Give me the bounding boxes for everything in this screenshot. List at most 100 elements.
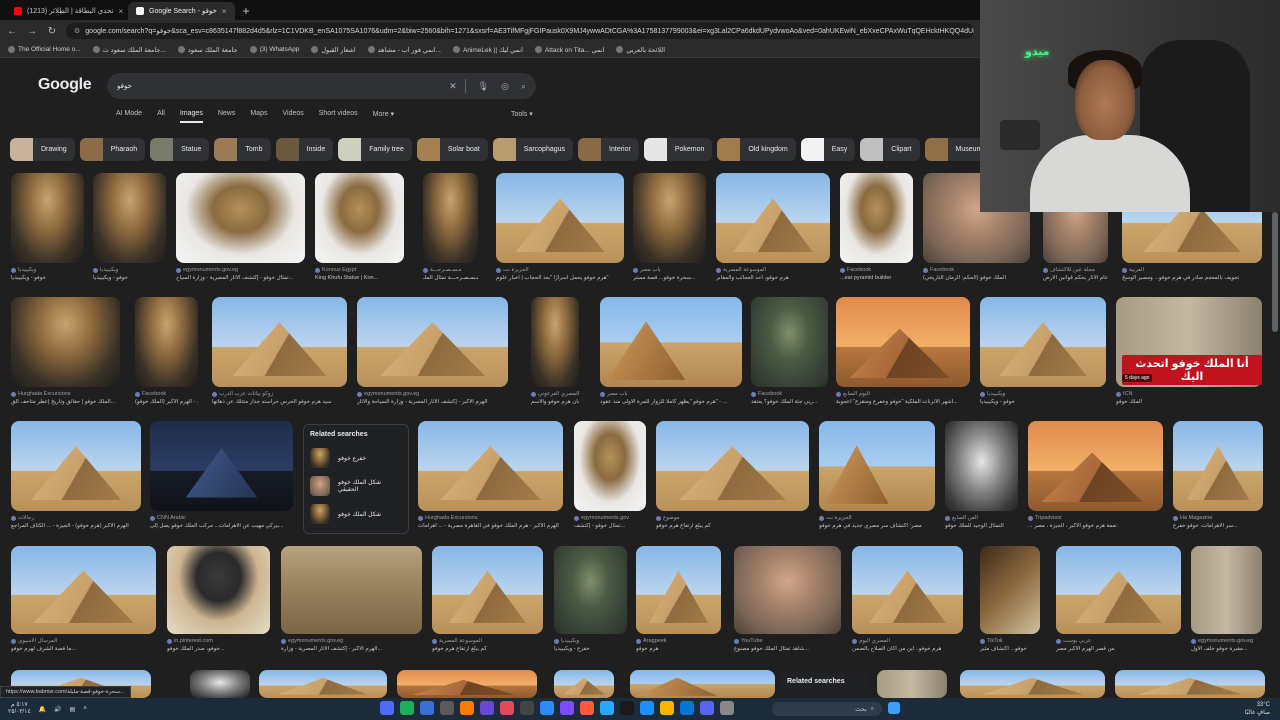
result-thumbnail[interactable]	[945, 421, 1018, 511]
result-source[interactable]: Hurghada Excursions	[418, 515, 563, 521]
result-thumbnail[interactable]	[397, 670, 537, 698]
result-source[interactable]: Facebook	[135, 391, 198, 397]
volume-icon[interactable]: 🔊	[54, 706, 61, 713]
result-caption[interactable]: تجويف بالمعجم صادر في هرم خوفو... ومصير …	[1122, 275, 1262, 281]
result-caption[interactable]: الهرم الأكبر - إكتشف الآثار المصرية - وز…	[281, 646, 422, 652]
result-thumbnail[interactable]	[11, 297, 120, 387]
taskbar-search[interactable]: بحث ⌕	[772, 702, 882, 716]
result-thumbnail[interactable]	[11, 546, 156, 634]
result-caption[interactable]: هرم خوفو.. أين من أكان الصلاح بالصمن	[852, 646, 963, 652]
result-caption[interactable]: سحرة خوفو... قصة مستر...	[633, 275, 706, 281]
result-caption[interactable]: ربي جثة الملك خوفو؟ يعتقد...	[751, 399, 828, 405]
result-thumbnail[interactable]	[423, 173, 478, 263]
result-thumbnail[interactable]	[980, 546, 1040, 634]
result-source[interactable]: الموسوعة المصرية	[716, 267, 830, 273]
result-caption[interactable]: أشهر الآثرنات الملكية "خوفو وخفرع ومنقرع…	[836, 399, 970, 405]
notification-icon[interactable]: 🔔	[39, 706, 46, 713]
result-thumbnail[interactable]	[574, 421, 646, 511]
result-thumbnail[interactable]	[734, 546, 841, 634]
taskbar-app-icon[interactable]	[440, 701, 454, 715]
result-caption[interactable]: الهرم الأكبر - هرم الملك خوفو في القاهرة…	[418, 523, 563, 529]
result-caption[interactable]: التمثال الوحيد للملك خوفو	[945, 523, 1018, 529]
result-caption[interactable]: هرم خوفو يحمل أسرارًا "بعد الحجاب | أخبا…	[496, 275, 624, 281]
weather-widget[interactable]: 33°C صافٍ غالبًا	[1245, 701, 1270, 717]
result-source[interactable]: الفن السابع	[945, 515, 1018, 521]
result-thumbnail[interactable]	[960, 670, 1105, 698]
result-source[interactable]: Facebook	[840, 267, 913, 273]
result-thumbnail[interactable]	[840, 173, 913, 263]
result-source[interactable]: TikTok	[980, 638, 1040, 644]
result-caption[interactable]: هرم خوفو	[636, 646, 721, 652]
result-caption[interactable]: ما قصة الشرف لهرم خوفو...	[11, 646, 156, 652]
result-thumbnail[interactable]	[630, 670, 775, 698]
result-thumbnail[interactable]	[190, 670, 250, 698]
result-source[interactable]: in.pinterest.com	[167, 638, 270, 644]
result-thumbnail[interactable]	[496, 173, 624, 263]
taskbar-app-icon[interactable]	[600, 701, 614, 715]
taskbar-app-icon[interactable]	[720, 701, 734, 715]
result-source[interactable]: الجزيرة نت	[819, 515, 935, 521]
result-source[interactable]: egymonuments.gov.eg	[281, 638, 422, 644]
result-source[interactable]: الموسوعة المصرية	[432, 638, 543, 644]
tray-time[interactable]: ٥:١٧ م ٢٥/٠٣/١٤	[8, 702, 31, 716]
related-search-item[interactable]: شكل الملك خوفو	[310, 502, 402, 526]
chevron-up-icon[interactable]: ˄	[83, 706, 87, 712]
result-caption[interactable]: سيد هرم خوفو الحرس حراسته جدار متتلك عن …	[212, 399, 347, 405]
result-caption[interactable]: الهرم الأكبر (هرم خوفو) - الجيزة - ... ا…	[11, 523, 141, 529]
result-thumbnail[interactable]	[135, 297, 198, 387]
result-source[interactable]: رحالات	[11, 515, 141, 521]
related-search-item[interactable]: شكل الملك خوفو الحقيقي	[310, 474, 402, 498]
result-source[interactable]: مـسـصـرحـــة	[423, 267, 478, 273]
result-caption[interactable]: مصر: اكتشاف سر مصري جديد في هرم خوفو	[819, 523, 935, 529]
result-thumbnail[interactable]	[852, 546, 963, 634]
network-icon[interactable]: ▤	[70, 706, 76, 713]
result-thumbnail[interactable]	[150, 421, 293, 511]
result-caption[interactable]: الملك خوفو	[1116, 399, 1262, 405]
taskbar-app-icon[interactable]	[420, 701, 434, 715]
result-caption[interactable]: دعام الآثار بحكم قوانين الارض	[1043, 275, 1108, 281]
result-caption[interactable]: الهرم الأكبر (الملك خوفو) - ...	[135, 399, 198, 405]
result-caption[interactable]: الهرم الأكبر - إكتشف الآثار المصرية - وز…	[357, 399, 508, 405]
taskbar-app-icon[interactable]	[620, 701, 634, 715]
result-thumbnail[interactable]	[877, 670, 947, 698]
result-thumbnail[interactable]	[819, 421, 935, 511]
page-scrollbar[interactable]	[1272, 212, 1278, 332]
taskbar-app-icon[interactable]	[460, 701, 474, 715]
taskbar-app-icon[interactable]	[380, 701, 394, 715]
result-source[interactable]: Facebook	[923, 267, 1030, 273]
result-source[interactable]: المرسال الأسيوي	[11, 638, 156, 644]
result-thumbnail[interactable]	[980, 297, 1106, 387]
result-source[interactable]: العربية	[1122, 267, 1262, 273]
windows-start-icon[interactable]	[888, 702, 900, 714]
result-thumbnail[interactable]	[418, 421, 563, 511]
taskbar-app-icon[interactable]	[580, 701, 594, 715]
result-thumbnail[interactable]	[600, 297, 742, 387]
result-caption[interactable]: خوفو - ويكيبيديا	[93, 275, 166, 281]
result-caption[interactable]: تمثال خوفو - إكتشف الآثار المصرية - وزار…	[176, 275, 305, 281]
result-caption[interactable]: ... نعمة هرم خوفو الأكبر ، الجيزة ، مصر	[1028, 523, 1163, 529]
result-caption[interactable]: الملك خوفو (الحكم: الزمان التاريخي)	[923, 275, 1030, 281]
result-thumbnail[interactable]	[432, 546, 543, 634]
result-thumbnail[interactable]	[357, 297, 508, 387]
taskbar-app-icon[interactable]	[680, 701, 694, 715]
result-source[interactable]: Hurghada Excursions	[11, 391, 120, 397]
result-caption[interactable]: الملك خوفو | حقائق وتاريخ إعطر متاحف الق…	[11, 399, 120, 405]
result-caption[interactable]: خوفو، صدر الملك خوفو...	[167, 646, 270, 652]
result-thumbnail[interactable]	[633, 173, 706, 263]
result-caption[interactable]: خوفو... اكتشاف مثير	[980, 646, 1040, 652]
result-source[interactable]: مجلة عين للاكتشاف	[1043, 267, 1108, 273]
result-source[interactable]: Ha Magazine	[1173, 515, 1263, 521]
result-caption[interactable]: هرم خوفو، أحد العجائب والمقابر	[716, 275, 830, 281]
result-source[interactable]: التاريخ المصري الفرعوني	[531, 391, 579, 397]
result-source[interactable]: ICN	[1116, 391, 1262, 397]
result-source[interactable]: Konouz Egypt	[315, 267, 404, 273]
result-source[interactable]: عربي بوست	[1056, 638, 1181, 644]
taskbar-app-icon[interactable]	[700, 701, 714, 715]
result-thumbnail[interactable]	[751, 297, 828, 387]
result-thumbnail[interactable]	[1115, 670, 1265, 698]
result-source[interactable]: CNN Arabic	[150, 515, 293, 521]
result-source[interactable]: باب مصر	[600, 391, 742, 397]
result-source[interactable]: egymonuments.gov.eg	[1191, 638, 1262, 644]
taskbar-app-icon[interactable]	[500, 701, 514, 715]
result-source[interactable]: الجزيرة نت	[496, 267, 624, 273]
